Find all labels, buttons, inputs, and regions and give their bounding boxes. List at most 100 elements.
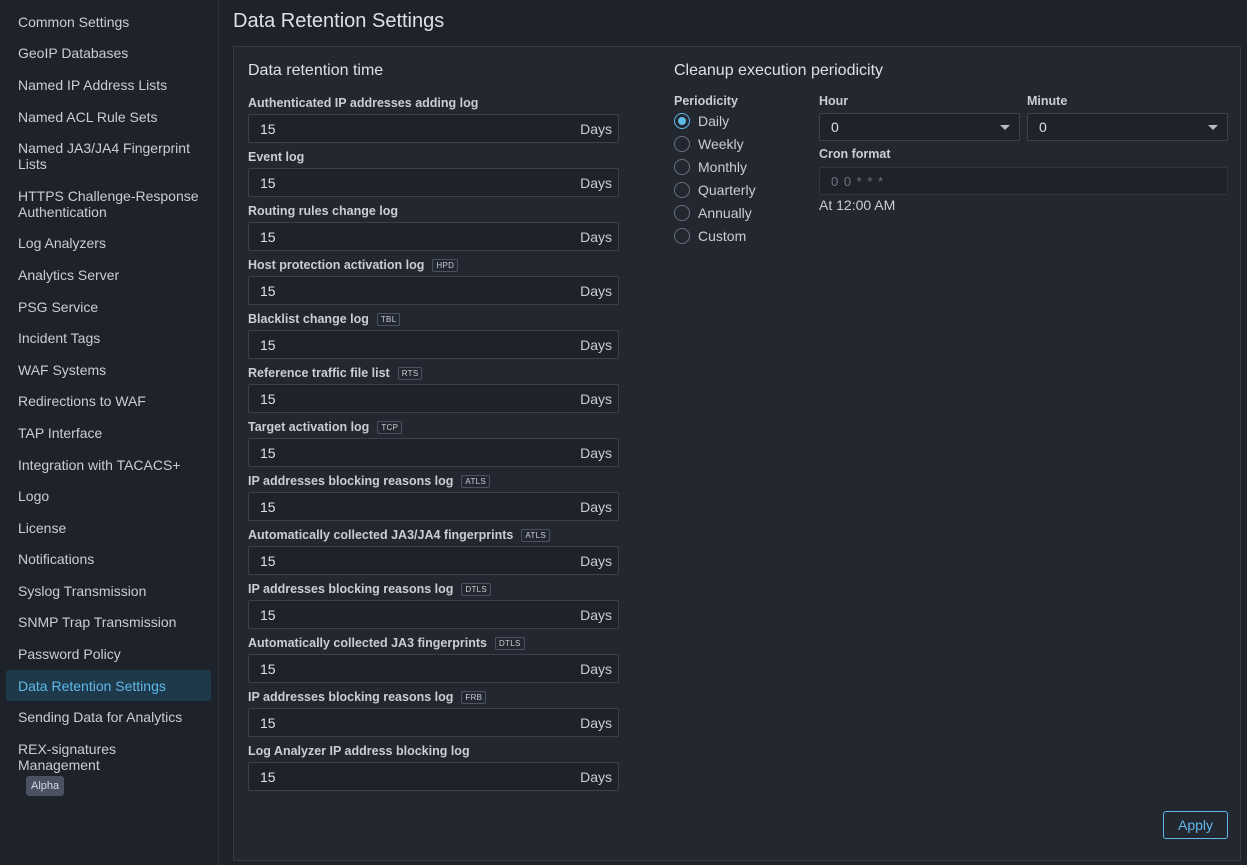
retention-days-input[interactable]: 15 Days: [248, 438, 619, 467]
radio-label: Annually: [698, 205, 752, 221]
sidebar-item-label: SNMP Trap Transmission: [18, 614, 177, 631]
periodicity-option-monthly[interactable]: Monthly: [674, 157, 747, 177]
retention-field-label: Host protection activation log HPD: [248, 256, 619, 274]
radio-button[interactable]: [674, 182, 690, 198]
sidebar-item-label: Named ACL Rule Sets: [18, 108, 158, 125]
days-suffix: Days: [580, 282, 612, 299]
retention-field: IP addresses blocking reasons log ATLS 15 D…: [248, 472, 619, 521]
hour-select[interactable]: 0: [819, 113, 1020, 141]
chevron-down-icon: [1000, 124, 1010, 130]
sidebar-item-named-ip-address-lists[interactable]: Named IP Address Lists: [6, 69, 211, 101]
radio-button[interactable]: [674, 205, 690, 221]
days-suffix: Days: [580, 498, 612, 515]
sidebar-item-label: HTTPS Challenge-Response Authentication: [18, 187, 199, 220]
sidebar-item-label: Logo: [18, 488, 50, 505]
periodicity-option-quarterly[interactable]: Quarterly: [674, 180, 756, 200]
retention-field: Host protection activation log HPD 15 Days: [248, 256, 619, 305]
radio-button[interactable]: [674, 228, 690, 244]
chevron-down-icon: [1208, 124, 1218, 130]
sidebar-item-redirections-to-waf[interactable]: Redirections to WAF: [6, 386, 211, 418]
sidebar-item-common-settings[interactable]: Common Settings: [6, 6, 211, 38]
retention-field: Automatically collected JA3/JA4 fingerpr…: [248, 526, 619, 575]
retention-days-input[interactable]: 15 Days: [248, 384, 619, 413]
sidebar-item-incident-tags[interactable]: Incident Tags: [6, 322, 211, 354]
sidebar-item-integration-with-tacacs[interactable]: Integration with TACACS+: [6, 449, 211, 481]
sidebar-item-https-challenge-response-authentication[interactable]: HTTPS Challenge-Response Authentication: [6, 180, 211, 228]
days-suffix: Days: [580, 120, 612, 137]
periodicity-option-annually[interactable]: Annually: [674, 203, 752, 223]
days-suffix: Days: [580, 714, 612, 731]
minute-select[interactable]: 0: [1027, 113, 1228, 141]
retention-days-input[interactable]: 15 Days: [248, 546, 619, 575]
retention-field-label: Event log: [248, 148, 619, 166]
retention-days-input[interactable]: 15 Days: [248, 168, 619, 197]
sidebar-item-log-analyzers[interactable]: Log Analyzers: [6, 228, 211, 260]
sidebar-item-rex-signatures-management[interactable]: REX-signatures Management Alpha: [6, 733, 211, 797]
retention-field-label: Target activation log TCP: [248, 418, 619, 436]
sidebar-item-named-ja3-ja4-fingerprint-lists[interactable]: Named JA3/JA4 Fingerprint Lists: [6, 132, 211, 180]
retention-days-input[interactable]: 15 Days: [248, 222, 619, 251]
sidebar-item-label: Syslog Transmission: [18, 582, 147, 599]
module-tag: DTLS: [494, 636, 525, 650]
page-title: Data Retention Settings: [233, 10, 445, 32]
retention-days-value: 15: [260, 714, 276, 731]
cron-format-value: 0 0 * * *: [831, 173, 885, 189]
days-suffix: Days: [580, 444, 612, 461]
module-tag: FRB: [461, 690, 487, 704]
retention-field-label-text: Automatically collected JA3 fingerprints: [248, 636, 487, 650]
sidebar-item-analytics-server[interactable]: Analytics Server: [6, 259, 211, 291]
radio-button[interactable]: [674, 113, 690, 129]
sidebar-item-waf-systems[interactable]: WAF Systems: [6, 354, 211, 386]
cron-format-label: Cron format: [819, 147, 891, 161]
retention-days-input[interactable]: 15 Days: [248, 330, 619, 359]
retention-days-input[interactable]: 15 Days: [248, 708, 619, 737]
retention-days-value: 15: [260, 174, 276, 191]
retention-field: Routing rules change log 15 Days: [248, 202, 619, 251]
periodicity-option-weekly[interactable]: Weekly: [674, 134, 744, 154]
sidebar-item-notifications[interactable]: Notifications: [6, 544, 211, 576]
sidebar: Common Settings GeoIP Databases Named IP…: [0, 0, 219, 865]
periodicity-option-custom[interactable]: Custom: [674, 226, 746, 246]
sidebar-item-snmp-trap-transmission[interactable]: SNMP Trap Transmission: [6, 607, 211, 639]
cron-description: At 12:00 AM: [819, 197, 896, 213]
days-suffix: Days: [580, 768, 612, 785]
sidebar-item-geoip-databases[interactable]: GeoIP Databases: [6, 38, 211, 70]
sidebar-item-logo[interactable]: Logo: [6, 480, 211, 512]
radio-button[interactable]: [674, 136, 690, 152]
retention-days-value: 15: [260, 444, 276, 461]
sidebar-item-tap-interface[interactable]: TAP Interface: [6, 417, 211, 449]
retention-days-value: 15: [260, 606, 276, 623]
retention-field: Log Analyzer IP address blocking log 15 Da…: [248, 742, 619, 791]
periodicity-option-daily[interactable]: Daily: [674, 111, 729, 131]
sidebar-item-sending-data-for-analytics[interactable]: Sending Data for Analytics: [6, 701, 211, 733]
retention-field: Reference traffic file list RTS 15 Days: [248, 364, 619, 413]
radio-button[interactable]: [674, 159, 690, 175]
days-suffix: Days: [580, 174, 612, 191]
sidebar-item-password-policy[interactable]: Password Policy: [6, 638, 211, 670]
sidebar-item-psg-service[interactable]: PSG Service: [6, 291, 211, 323]
alpha-badge: Alpha: [26, 776, 65, 797]
retention-field-label-text: IP addresses blocking reasons log: [248, 690, 454, 704]
retention-days-value: 15: [260, 228, 276, 245]
retention-days-value: 15: [260, 552, 276, 569]
retention-days-input[interactable]: 15 Days: [248, 492, 619, 521]
sidebar-item-syslog-transmission[interactable]: Syslog Transmission: [6, 575, 211, 607]
retention-field-label: IP addresses blocking reasons log DTLS: [248, 580, 619, 598]
retention-days-input[interactable]: 15 Days: [248, 600, 619, 629]
retention-days-value: 15: [260, 282, 276, 299]
retention-days-input[interactable]: 15 Days: [248, 276, 619, 305]
retention-days-input[interactable]: 15 Days: [248, 654, 619, 683]
apply-button[interactable]: Apply: [1163, 811, 1228, 839]
sidebar-item-named-acl-rule-sets[interactable]: Named ACL Rule Sets: [6, 101, 211, 133]
sidebar-item-data-retention-settings[interactable]: Data Retention Settings: [6, 669, 211, 702]
radio-label: Monthly: [698, 159, 748, 175]
radio-label: Weekly: [698, 136, 744, 152]
retention-days-input[interactable]: 15 Days: [248, 114, 619, 143]
retention-days-input[interactable]: 15 Days: [248, 762, 619, 791]
module-tag: TCP: [377, 420, 403, 434]
retention-field: Automatically collected JA3 fingerprints…: [248, 634, 619, 683]
sidebar-item-license[interactable]: License: [6, 512, 211, 544]
retention-field-label: Automatically collected JA3/JA4 fingerpr…: [248, 526, 619, 544]
module-tag: ATLS: [461, 474, 491, 488]
retention-days-value: 15: [260, 768, 276, 785]
